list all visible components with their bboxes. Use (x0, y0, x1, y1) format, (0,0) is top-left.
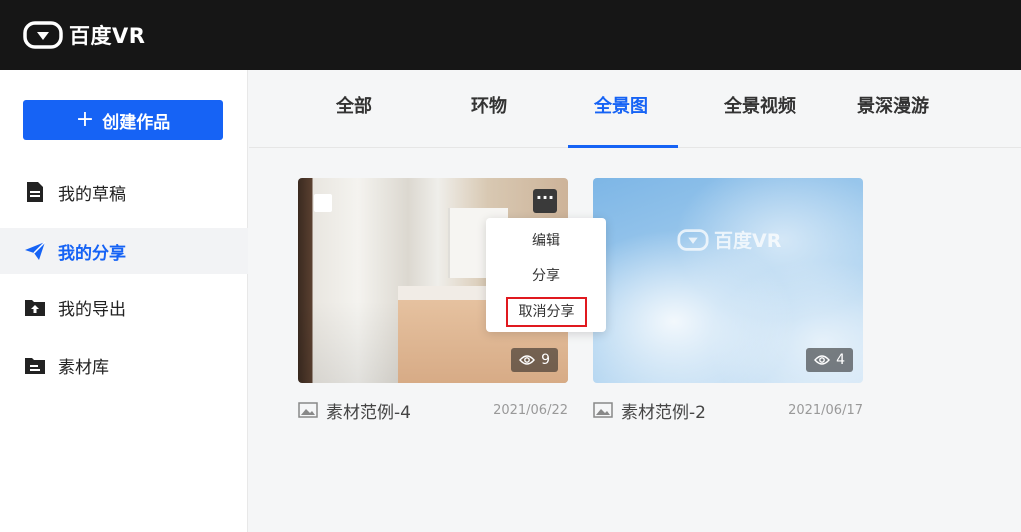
create-work-button[interactable]: + 创建作品 (23, 100, 223, 140)
tab-object[interactable]: 环物 (462, 70, 516, 148)
image-icon (298, 402, 318, 418)
card-date: 2021/06/22 (493, 402, 568, 418)
sidebar-item-shares[interactable]: 我的分享 (0, 228, 248, 274)
brand-name: 百度VR (69, 24, 146, 48)
sidebar-item-materials[interactable]: 素材库 (0, 342, 248, 388)
menu-item-unshare[interactable]: 取消分享 (506, 297, 587, 327)
image-icon (593, 402, 613, 418)
active-tab-indicator (568, 145, 678, 148)
sidebar-item-label: 我的草稿 (58, 184, 126, 205)
work-card[interactable]: 百度VR 4 素材范例-2 2021/06/17 (593, 178, 863, 423)
watermark-text: 百度VR (714, 230, 782, 252)
sidebar-item-label: 我的分享 (58, 243, 126, 264)
plus-icon: + (75, 107, 95, 132)
create-work-label: 创建作品 (102, 112, 171, 133)
card-date: 2021/06/17 (788, 402, 863, 418)
sidebar: + 创建作品 我的草稿 我的分享 我的导出 素材库 (0, 70, 248, 532)
menu-item-edit[interactable]: 编辑 (486, 226, 606, 256)
tab-depth-tour[interactable]: 景深漫游 (851, 70, 935, 148)
sidebar-item-exports[interactable]: 我的导出 (0, 284, 248, 330)
eye-icon (814, 355, 831, 365)
vr-headset-icon (677, 228, 709, 251)
eye-icon (519, 355, 536, 365)
more-options-button[interactable]: ··· (533, 189, 557, 213)
sidebar-item-label: 我的导出 (58, 299, 126, 320)
tab-all[interactable]: 全部 (327, 70, 381, 148)
watermark: 百度VR (677, 226, 781, 253)
top-bar: 百度VR (0, 0, 1021, 70)
card-meta: 素材范例-2 2021/06/17 (593, 396, 863, 424)
tab-panorama[interactable]: 全景图 (589, 70, 653, 148)
paper-plane-icon (24, 240, 46, 262)
document-icon (24, 181, 46, 203)
sidebar-item-drafts[interactable]: 我的草稿 (0, 169, 248, 215)
card-title: 素材范例-4 (326, 402, 411, 423)
folder-upload-icon (24, 296, 46, 318)
card-options-menu: 编辑 分享 取消分享 (486, 218, 606, 332)
sidebar-item-label: 素材库 (58, 357, 109, 378)
card-meta: 素材范例-4 2021/06/22 (298, 396, 568, 424)
work-thumbnail[interactable]: 百度VR 4 (593, 178, 863, 383)
category-tabs: 全部 环物 全景图 全景视频 景深漫游 (249, 70, 1021, 148)
menu-item-share[interactable]: 分享 (486, 261, 606, 291)
folder-list-icon (24, 354, 46, 376)
select-checkbox[interactable] (314, 194, 332, 212)
view-count-badge: 4 (806, 348, 853, 372)
view-count-badge: 9 (511, 348, 558, 372)
brand-logo[interactable]: 百度VR (23, 21, 145, 49)
card-title: 素材范例-2 (621, 402, 706, 423)
view-count: 9 (541, 352, 550, 368)
view-count: 4 (836, 352, 845, 368)
tab-panorama-video[interactable]: 全景视频 (718, 70, 802, 148)
vr-headset-icon (23, 21, 63, 49)
